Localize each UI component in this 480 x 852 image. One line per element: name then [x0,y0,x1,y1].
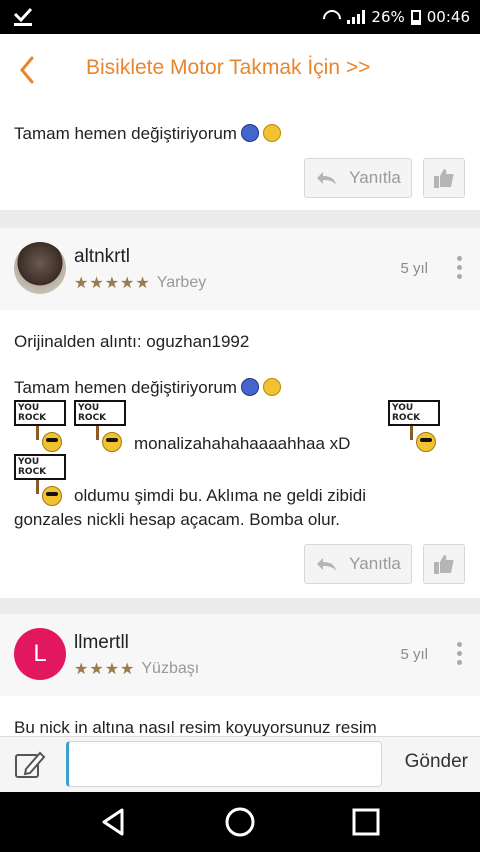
you-rock-emoticon: YOU ROCK [14,454,70,508]
more-vert-icon[interactable] [454,638,464,674]
post-card: altnkrtl ★ ★ ★ ★ ★ Yarbey 5 yıl Orijinal… [0,228,480,598]
battery-percent: 26% [371,8,405,26]
username[interactable]: altnkrtl [74,246,130,268]
reply-composer: Gönder [0,736,480,793]
emoji-icon [262,124,281,142]
battery-icon [410,9,421,25]
star-icon: ★ [89,659,104,678]
star-icon: ★ [74,659,89,678]
post-text-line: Tamam hemen değiştiriyorum [14,378,237,397]
post-time: 5 yıl [400,646,428,663]
reply-label: Yanıtla [349,554,401,573]
signal-icon [347,10,366,24]
thumbs-up-icon [434,555,454,574]
like-button[interactable] [423,158,465,198]
post-card: Tamam hemen değiştiriyorum Yanıtla [0,106,480,210]
post-author-row: L llmertll ★ ★ ★ ★ Yüzbaşı 5 yıl [0,614,480,696]
emoji-icon [240,124,259,142]
star-icon: ★ [120,273,135,292]
reply-button[interactable]: Yanıtla [304,544,412,584]
user-rank: Yarbey [156,274,207,291]
star-icon: ★ [120,659,135,678]
like-button[interactable] [423,544,465,584]
post-time: 5 yıl [400,260,428,277]
download-icon [12,5,34,32]
reply-button[interactable]: Yanıtla [304,158,412,198]
star-icon: ★ [89,273,104,292]
wifi-icon [323,10,341,24]
reply-label: Yanıtla [349,168,401,187]
app-header: Bisiklete Motor Takmak İçin >> [0,34,480,106]
post-author-row: altnkrtl ★ ★ ★ ★ ★ Yarbey 5 yıl [0,228,480,310]
quote-line: Orijinalden alıntı: oguzhan1992 [14,332,250,351]
post-card: L llmertll ★ ★ ★ ★ Yüzbaşı 5 yıl Bu nick… [0,614,480,738]
back-icon[interactable] [14,52,42,88]
reply-icon [317,558,337,571]
more-vert-icon[interactable] [454,252,464,288]
username[interactable]: llmertll [74,632,129,654]
status-right: 26% 00:46 [323,7,470,27]
nav-recents-icon[interactable] [348,804,384,840]
nav-back-icon[interactable] [96,804,132,840]
avatar[interactable] [14,242,66,294]
star-icon: ★ [104,273,120,292]
post-text-line: gonzales nickli hesap açacam. Bomba olur… [14,510,341,529]
user-rating: ★ ★ ★ ★ ★ Yarbey [74,274,206,292]
star-icon: ★ [104,659,120,678]
status-bar: 26% 00:46 [0,0,480,34]
post-preview: Bu nick in altına nasıl resim koyuyorsun… [14,718,377,737]
you-rock-emoticon: YOU ROCK [388,400,444,454]
you-rock-sign: YOU ROCK [14,454,66,480]
message-input[interactable] [66,741,382,787]
edit-icon[interactable] [14,749,46,781]
you-rock-emoticon: YOU ROCK [74,400,130,454]
clock: 00:46 [426,8,470,26]
post-text-line: monalizahahahaaaahhaa xD [134,434,351,453]
user-rating: ★ ★ ★ ★ Yüzbaşı [74,660,199,678]
you-rock-sign: YOU ROCK [14,400,66,426]
post-text-line: oldumu şimdi bu. Aklıma ne geldi zibidi [74,486,366,505]
emoji-icon [262,378,281,396]
reply-icon [317,172,337,185]
page-title[interactable]: Bisiklete Motor Takmak İçin >> [86,56,370,80]
emoji-icon [240,378,259,396]
post-text: Tamam hemen değiştiriyorum [14,376,281,400]
post-text: Tamam hemen değiştiriyorum [14,122,281,146]
system-nav-bar [0,792,480,852]
thumbs-up-icon [434,169,454,188]
user-rank: Yüzbaşı [141,660,200,677]
star-icon: ★ [135,273,150,292]
you-rock-sign: YOU ROCK [74,400,126,426]
avatar[interactable]: L [14,628,66,680]
star-icon: ★ [74,273,89,292]
send-button[interactable]: Gönder [405,751,468,773]
you-rock-emoticon: YOU ROCK [14,400,70,454]
you-rock-sign: YOU ROCK [388,400,440,426]
nav-home-icon[interactable] [222,804,258,840]
post-text-line: Tamam hemen değiştiriyorum [14,124,237,143]
